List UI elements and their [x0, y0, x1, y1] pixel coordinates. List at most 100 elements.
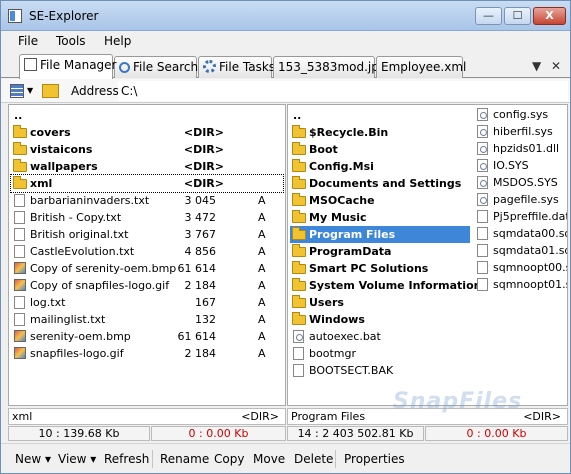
tab-employee-xml[interactable]: Employee.xml [376, 56, 466, 78]
item-name: My Music [309, 211, 367, 224]
title-bar: SE-Explorer — ☐ X [1, 1, 570, 31]
file-row[interactable]: sqmdata01.sqm [474, 242, 567, 259]
item-attributes: A [258, 279, 266, 292]
tab-file-tasks[interactable]: File Tasks [198, 56, 275, 78]
folder-icon [292, 142, 306, 155]
item-attributes: A [258, 330, 266, 343]
file-row[interactable]: config.sys [474, 106, 567, 123]
folder-icon [292, 210, 306, 223]
file-row[interactable]: hiberfil.sys [474, 123, 567, 140]
folder-row[interactable]: Documents and Settings [290, 175, 470, 192]
file-row[interactable]: hpzids01.dll [474, 140, 567, 157]
tab-image-file[interactable]: 153_5383mod.jpg [273, 56, 386, 78]
item-name: Boot [309, 143, 338, 156]
file-row[interactable]: British original.txt 3 767 A [11, 226, 283, 243]
file-row[interactable]: barbarianinvaders.txt 3 045 A [11, 192, 283, 209]
item-name: covers [30, 126, 71, 139]
item-size: 2 184 [184, 347, 217, 360]
folder-row[interactable]: covers <DIR> [11, 124, 283, 141]
refresh-button[interactable]: Refresh [104, 452, 149, 466]
folder-icon [13, 159, 27, 172]
file-row[interactable]: pagefile.sys [474, 191, 567, 208]
folder-row[interactable]: Smart PC Solutions [290, 260, 470, 277]
tab-list-dropdown-icon[interactable]: ▼ [532, 59, 541, 73]
file-row[interactable]: serenity-oem.bmp 61 614 A [11, 328, 283, 345]
menu-tools[interactable]: Tools [56, 34, 86, 48]
folder-row[interactable]: My Music [290, 209, 470, 226]
close-button[interactable]: X [533, 7, 566, 25]
properties-button[interactable]: Properties [344, 452, 405, 466]
item-attributes: A [258, 296, 266, 309]
delete-button[interactable]: Delete [294, 452, 333, 466]
search-icon [119, 62, 130, 73]
menu-help[interactable]: Help [104, 34, 131, 48]
folder-row[interactable]: vistaicons <DIR> [11, 141, 283, 158]
view-dropdown-icon[interactable]: ▼ [27, 86, 33, 100]
file-row[interactable]: BOOTSECT.BAK [290, 362, 470, 379]
right-status-count: 14 : 2 403 502.81 Kb [287, 426, 424, 441]
folder-icon [292, 125, 306, 138]
item-size: 132 [195, 313, 216, 326]
folder-row[interactable]: Windows [290, 311, 470, 328]
item-name: $Recycle.Bin [309, 126, 389, 139]
file-row[interactable]: Copy of snapfiles-logo.gif 2 184 A [11, 277, 283, 294]
folder-row[interactable]: Boot [290, 141, 470, 158]
file-row[interactable]: log.txt 167 A [11, 294, 283, 311]
parent-dir-row[interactable]: .. [11, 107, 283, 124]
file-row[interactable]: sqmnoopt00.sqm [474, 259, 567, 276]
image-file-icon [14, 347, 26, 359]
parent-dir-row[interactable]: .. [290, 107, 470, 124]
file-row[interactable]: British - Copy.txt 3 472 A [11, 209, 283, 226]
folder-row[interactable]: Users [290, 294, 470, 311]
left-file-pane[interactable]: .. covers <DIR> vistaicons <DIR> wallpapers <D… [8, 104, 286, 406]
close-tab-icon[interactable]: ✕ [551, 59, 561, 73]
item-name: Pj5preffile.dat [493, 210, 568, 223]
app-window: SE-Explorer — ☐ X File Tools Help File M… [0, 0, 571, 474]
left-status-selected: 0 : 0.00 Kb [151, 426, 286, 441]
file-row[interactable]: IO.SYS [474, 157, 567, 174]
address-input[interactable] [118, 81, 568, 101]
item-name: MSOCache [309, 194, 375, 207]
view-button[interactable]: View ▾ [58, 452, 96, 466]
tab-file-manager[interactable]: File Manager [19, 54, 117, 79]
file-row[interactable]: Copy of serenity-oem.bmp 61 614 A [11, 260, 283, 277]
menu-file[interactable]: File [18, 34, 38, 48]
folder-row[interactable]: ProgramData [290, 243, 470, 260]
rename-button[interactable]: Rename [160, 452, 209, 466]
file-row[interactable]: sqmnoopt01.sqm [474, 276, 567, 293]
system-file-icon [293, 330, 304, 343]
right-file-pane[interactable]: .. $Recycle.Bin Boot Config.Msi Documents an… [287, 104, 568, 406]
file-icon [293, 364, 304, 377]
item-attributes: A [258, 347, 266, 360]
system-file-icon [477, 125, 488, 138]
view-mode-icon[interactable] [10, 84, 24, 98]
file-row[interactable]: sqmdata00.sqm [474, 225, 567, 242]
file-row[interactable]: mailinglist.txt 132 A [11, 311, 283, 328]
folder-icon [292, 244, 306, 257]
file-row[interactable]: bootmgr [290, 345, 470, 362]
file-row[interactable]: autoexec.bat [290, 328, 470, 345]
folder-row[interactable]: xml <DIR> [10, 174, 284, 193]
copy-button[interactable]: Copy [214, 452, 244, 466]
folder-row[interactable]: MSOCache [290, 192, 470, 209]
file-row[interactable]: snapfiles-logo.gif 2 184 A [11, 345, 283, 362]
file-row[interactable]: Pj5preffile.dat [474, 208, 567, 225]
file-row[interactable]: CastleEvolution.txt 4 856 A [11, 243, 283, 260]
file-row[interactable]: MSDOS.SYS [474, 174, 567, 191]
folder-row[interactable]: System Volume Information [290, 277, 481, 294]
item-name: sqmdata01.sqm [493, 244, 567, 257]
item-name: pagefile.sys [493, 193, 559, 206]
folder-icon [292, 261, 306, 274]
new-button[interactable]: New ▾ [15, 452, 51, 466]
folder-row[interactable]: $Recycle.Bin [290, 124, 470, 141]
folder-row[interactable]: Program Files [290, 226, 470, 243]
tab-file-search[interactable]: File Search [114, 56, 198, 78]
tab-bar: File Manager File Search File Tasks 153_… [1, 54, 570, 79]
item-name: config.sys [493, 108, 549, 121]
folder-row[interactable]: wallpapers <DIR> [11, 158, 283, 175]
folder-up-icon[interactable] [42, 84, 59, 98]
minimize-button[interactable]: — [475, 7, 502, 25]
move-button[interactable]: Move [253, 452, 285, 466]
folder-row[interactable]: Config.Msi [290, 158, 470, 175]
maximize-button[interactable]: ☐ [504, 7, 531, 25]
